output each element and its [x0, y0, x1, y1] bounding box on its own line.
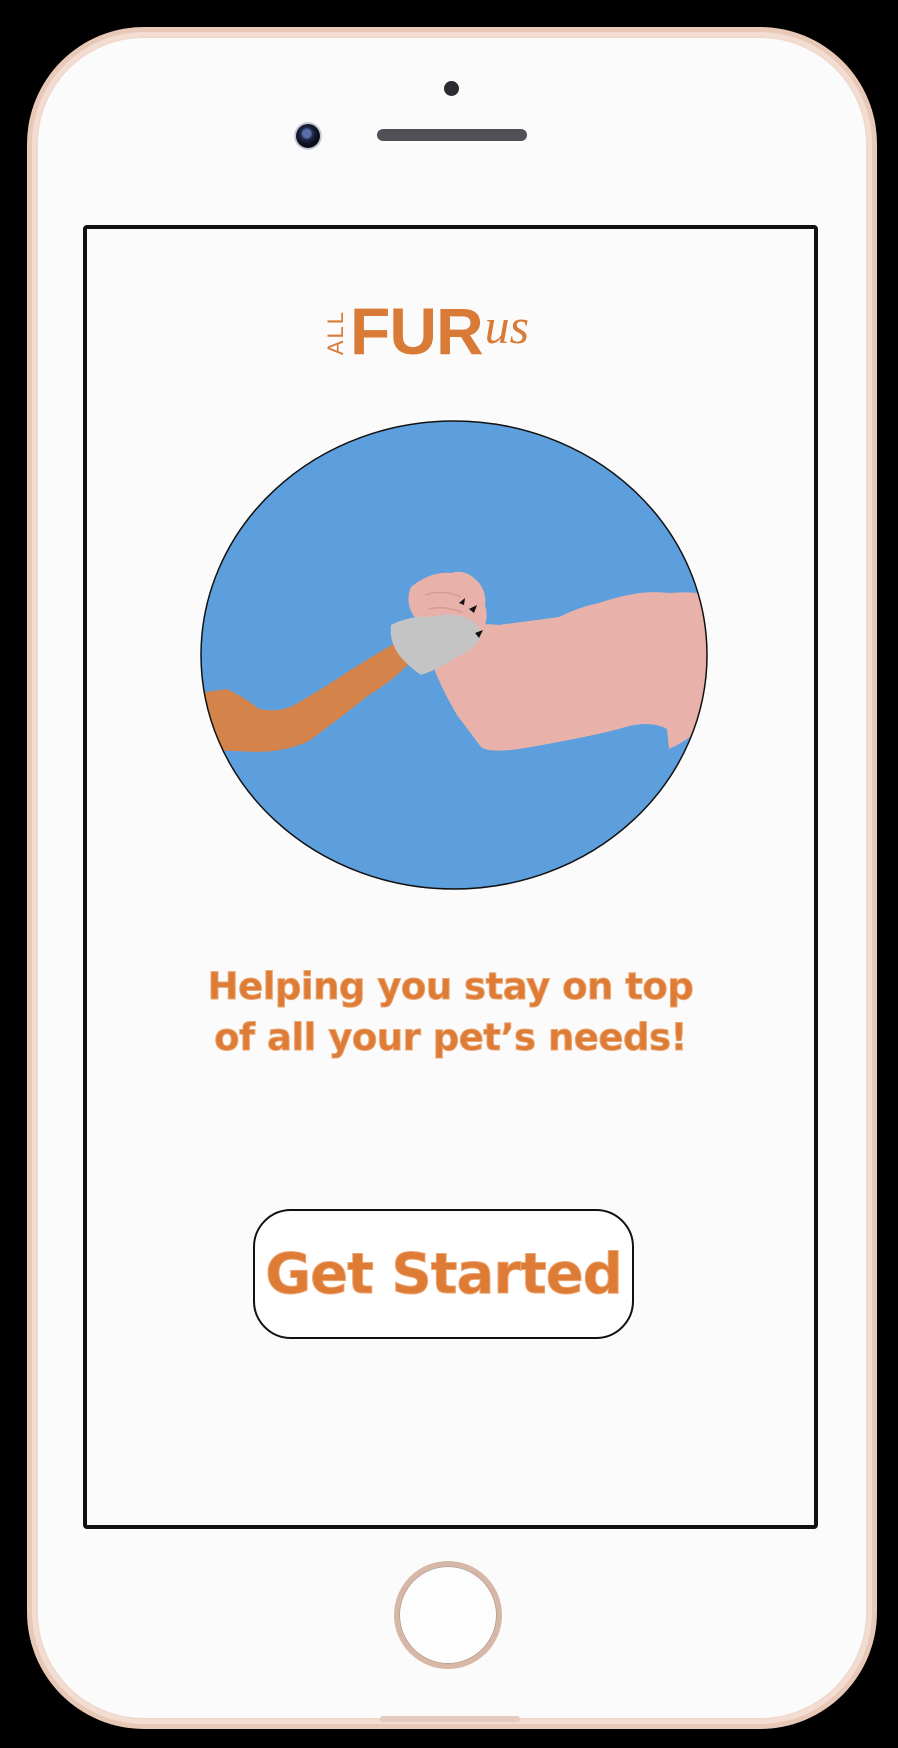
bottom-edge	[380, 1716, 520, 1722]
tagline-line-2: of all your pet’s needs!	[214, 1016, 688, 1060]
get-started-button[interactable]: Get Started	[253, 1209, 634, 1339]
hero-illustration	[200, 420, 708, 890]
tagline: Helping you stay on top of all your pet’…	[87, 961, 814, 1063]
logo-fur-text: FUR	[350, 293, 484, 368]
logo-us-text: us	[484, 298, 530, 354]
tagline-line-1: Helping you stay on top	[207, 965, 694, 1009]
home-button[interactable]	[394, 1561, 502, 1669]
earpiece-speaker	[377, 129, 527, 141]
proximity-sensor	[444, 81, 459, 96]
app-logo: ALL FUR us	[323, 289, 530, 368]
front-camera-icon	[296, 124, 320, 148]
app-screen: ALL FUR us Helping you stay on top of al…	[83, 225, 818, 1529]
logo-all-text: ALL	[323, 309, 348, 355]
